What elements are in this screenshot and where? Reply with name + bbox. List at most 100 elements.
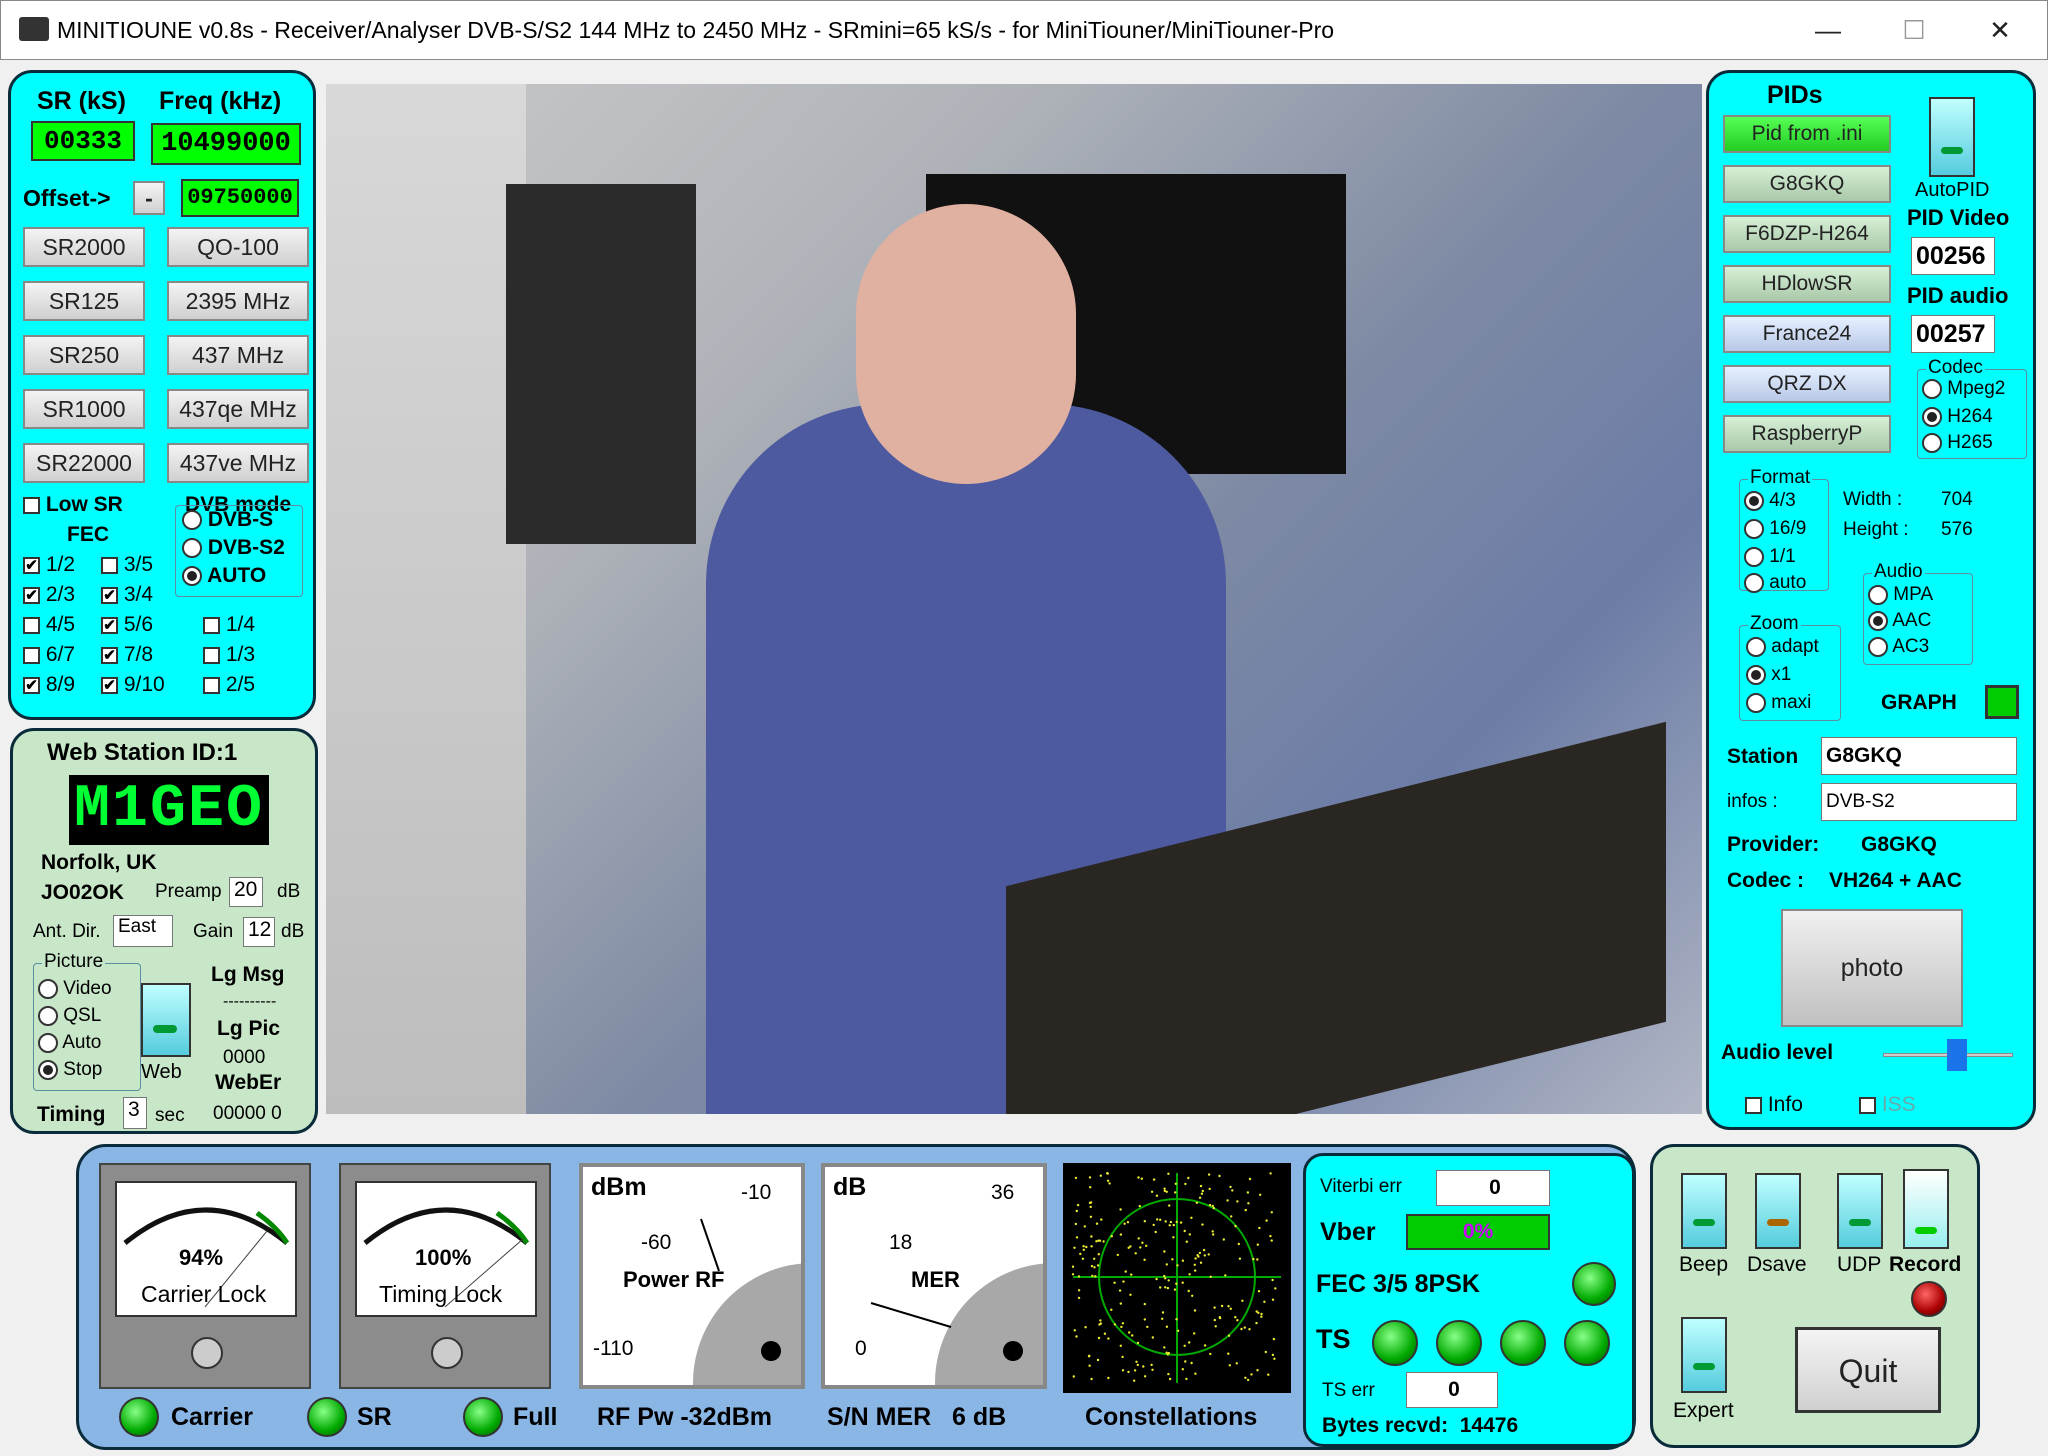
picture-auto-radio[interactable]: Auto bbox=[38, 1032, 101, 1054]
constellation-point bbox=[1270, 1211, 1273, 1214]
pid-from-ini-button[interactable]: Pid from .ini bbox=[1723, 115, 1891, 153]
audio-level-thumb[interactable] bbox=[1947, 1039, 1967, 1071]
timing-field[interactable]: 3 bbox=[123, 1097, 147, 1129]
codec-group-label: Codec bbox=[1926, 357, 1985, 379]
fec-2-5[interactable]: 2/5 bbox=[203, 673, 255, 697]
constellation-point bbox=[1119, 1208, 1122, 1211]
constellation-point bbox=[1167, 1172, 1170, 1175]
constellation-point bbox=[1161, 1317, 1164, 1320]
zoom-maxi-radio[interactable]: maxi bbox=[1746, 692, 1811, 714]
fec-8-9[interactable]: ✔ 8/9 bbox=[23, 673, 75, 697]
fec-4-5[interactable]: 4/5 bbox=[23, 613, 75, 637]
freq-437qe-button[interactable]: 437qe MHz bbox=[167, 389, 309, 429]
fec-1-4[interactable]: 1/4 bbox=[203, 613, 255, 637]
info-checkbox[interactable]: Info bbox=[1745, 1093, 1803, 1117]
codec-mpeg2-radio[interactable]: Mpeg2 bbox=[1922, 378, 2005, 400]
format-auto-radio[interactable]: auto bbox=[1744, 572, 1806, 594]
format-1-1-radio[interactable]: 1/1 bbox=[1744, 546, 1796, 568]
power-rf-tick-60: -60 bbox=[641, 1231, 672, 1254]
gain-field[interactable]: 12 bbox=[243, 917, 275, 947]
udp-switch[interactable] bbox=[1837, 1173, 1883, 1249]
freq-field[interactable]: 10499000 bbox=[151, 123, 301, 165]
sr250-button[interactable]: SR250 bbox=[23, 335, 145, 375]
constellation-point bbox=[1119, 1233, 1123, 1236]
fec-7-8[interactable]: ✔ 7/8 bbox=[101, 643, 153, 667]
ts-err-field: 0 bbox=[1406, 1372, 1498, 1408]
fec-2-3[interactable]: ✔ 2/3 bbox=[23, 583, 75, 607]
pid-qrzdx-button[interactable]: QRZ DX bbox=[1723, 365, 1891, 403]
pid-f6dzp-button[interactable]: F6DZP-H264 bbox=[1723, 215, 1891, 253]
close-button[interactable]: ✕ bbox=[1957, 1, 2043, 59]
dvb-s-radio[interactable]: DVB-S bbox=[182, 508, 273, 532]
freq-2395-button[interactable]: 2395 MHz bbox=[167, 281, 309, 321]
picture-video-radio[interactable]: Video bbox=[38, 978, 112, 1000]
preamp-field[interactable]: 20 bbox=[229, 877, 263, 907]
pid-raspberryp-button[interactable]: RaspberryP bbox=[1723, 415, 1891, 453]
offset-field[interactable]: 09750000 bbox=[181, 179, 299, 217]
fec-1-2[interactable]: ✔ 1/2 bbox=[23, 553, 75, 577]
constellation-point bbox=[1133, 1379, 1136, 1382]
freq-437-button[interactable]: 437 MHz bbox=[167, 335, 309, 375]
pid-france24-button[interactable]: France24 bbox=[1723, 315, 1891, 353]
audio-mpa-radio[interactable]: MPA bbox=[1868, 584, 1933, 606]
constellation-point bbox=[1071, 1273, 1075, 1276]
freq-437ve-button[interactable]: 437ve MHz bbox=[167, 443, 309, 483]
qo100-button[interactable]: QO-100 bbox=[167, 227, 309, 267]
beep-switch[interactable] bbox=[1681, 1173, 1727, 1249]
fec-3-4[interactable]: ✔ 3/4 bbox=[101, 583, 153, 607]
fec-3-5[interactable]: 3/5 bbox=[101, 553, 153, 577]
constellation-point bbox=[1202, 1248, 1206, 1252]
expert-switch[interactable] bbox=[1681, 1317, 1727, 1393]
constellation-point bbox=[1072, 1375, 1075, 1378]
minimize-button[interactable]: — bbox=[1785, 1, 1871, 59]
constellation-point bbox=[1088, 1201, 1092, 1205]
web-switch[interactable] bbox=[141, 983, 191, 1057]
timing-adjust-knob[interactable] bbox=[431, 1337, 463, 1369]
infos-field[interactable]: DVB-S2 bbox=[1821, 783, 2017, 821]
graph-toggle[interactable] bbox=[1985, 685, 2019, 719]
fec-5-6[interactable]: ✔ 5/6 bbox=[101, 613, 153, 637]
sr125-button[interactable]: SR125 bbox=[23, 281, 145, 321]
dsave-switch[interactable] bbox=[1755, 1173, 1801, 1249]
zoom-adapt-radio[interactable]: adapt bbox=[1746, 636, 1819, 658]
zoom-x1-radio[interactable]: x1 bbox=[1746, 664, 1791, 686]
codec-h264-radio[interactable]: H264 bbox=[1922, 406, 1993, 428]
low-sr-checkbox[interactable]: Low SR bbox=[23, 493, 123, 517]
timing-sec: sec bbox=[155, 1105, 185, 1126]
constellation-point bbox=[1126, 1221, 1130, 1224]
format-16-9-radio[interactable]: 16/9 bbox=[1744, 518, 1806, 540]
autopid-switch[interactable] bbox=[1929, 97, 1975, 177]
quit-button[interactable]: Quit bbox=[1795, 1327, 1941, 1413]
audio-aac-radio[interactable]: AAC bbox=[1868, 610, 1931, 632]
sr-field[interactable]: 00333 bbox=[31, 121, 135, 161]
carrier-adjust-knob[interactable] bbox=[191, 1337, 223, 1369]
format-4-3-radio[interactable]: 4/3 bbox=[1744, 490, 1796, 512]
maximize-button[interactable]: ☐ bbox=[1871, 1, 1957, 59]
photo-button[interactable]: photo bbox=[1781, 909, 1963, 1027]
picture-qsl-radio[interactable]: QSL bbox=[38, 1005, 101, 1027]
pid-g8gkq-button[interactable]: G8GKQ bbox=[1723, 165, 1891, 203]
record-switch[interactable] bbox=[1903, 1169, 1949, 1249]
bytes-received: Bytes recvd: 14476 bbox=[1322, 1414, 1519, 1437]
iss-checkbox[interactable]: ISS bbox=[1859, 1093, 1916, 1117]
sr2000-button[interactable]: SR2000 bbox=[23, 227, 145, 267]
offset-sign-button[interactable]: - bbox=[133, 181, 165, 215]
pid-hdlowsr-button[interactable]: HDlowSR bbox=[1723, 265, 1891, 303]
picture-stop-radio[interactable]: Stop bbox=[38, 1059, 102, 1081]
station-field[interactable]: G8GKQ bbox=[1821, 737, 2017, 775]
fec-9-10[interactable]: ✔ 9/10 bbox=[101, 673, 165, 697]
codec-h265-radio[interactable]: H265 bbox=[1922, 432, 1993, 454]
sr1000-button[interactable]: SR1000 bbox=[23, 389, 145, 429]
fec-6-7[interactable]: 6/7 bbox=[23, 643, 75, 667]
sr-led bbox=[307, 1397, 347, 1437]
antdir-field[interactable]: East bbox=[113, 915, 173, 947]
pid-video-field[interactable]: 00256 bbox=[1911, 237, 1995, 275]
audio-ac3-radio[interactable]: AC3 bbox=[1868, 636, 1929, 658]
sr22000-button[interactable]: SR22000 bbox=[23, 443, 145, 483]
fec-1-3[interactable]: 1/3 bbox=[203, 643, 255, 667]
constellation-point bbox=[1207, 1253, 1210, 1256]
ts-err-label: TS err bbox=[1322, 1380, 1375, 1401]
constellation-point bbox=[1141, 1241, 1144, 1244]
constellation-point bbox=[1124, 1270, 1127, 1273]
pid-audio-field[interactable]: 00257 bbox=[1911, 315, 1995, 353]
